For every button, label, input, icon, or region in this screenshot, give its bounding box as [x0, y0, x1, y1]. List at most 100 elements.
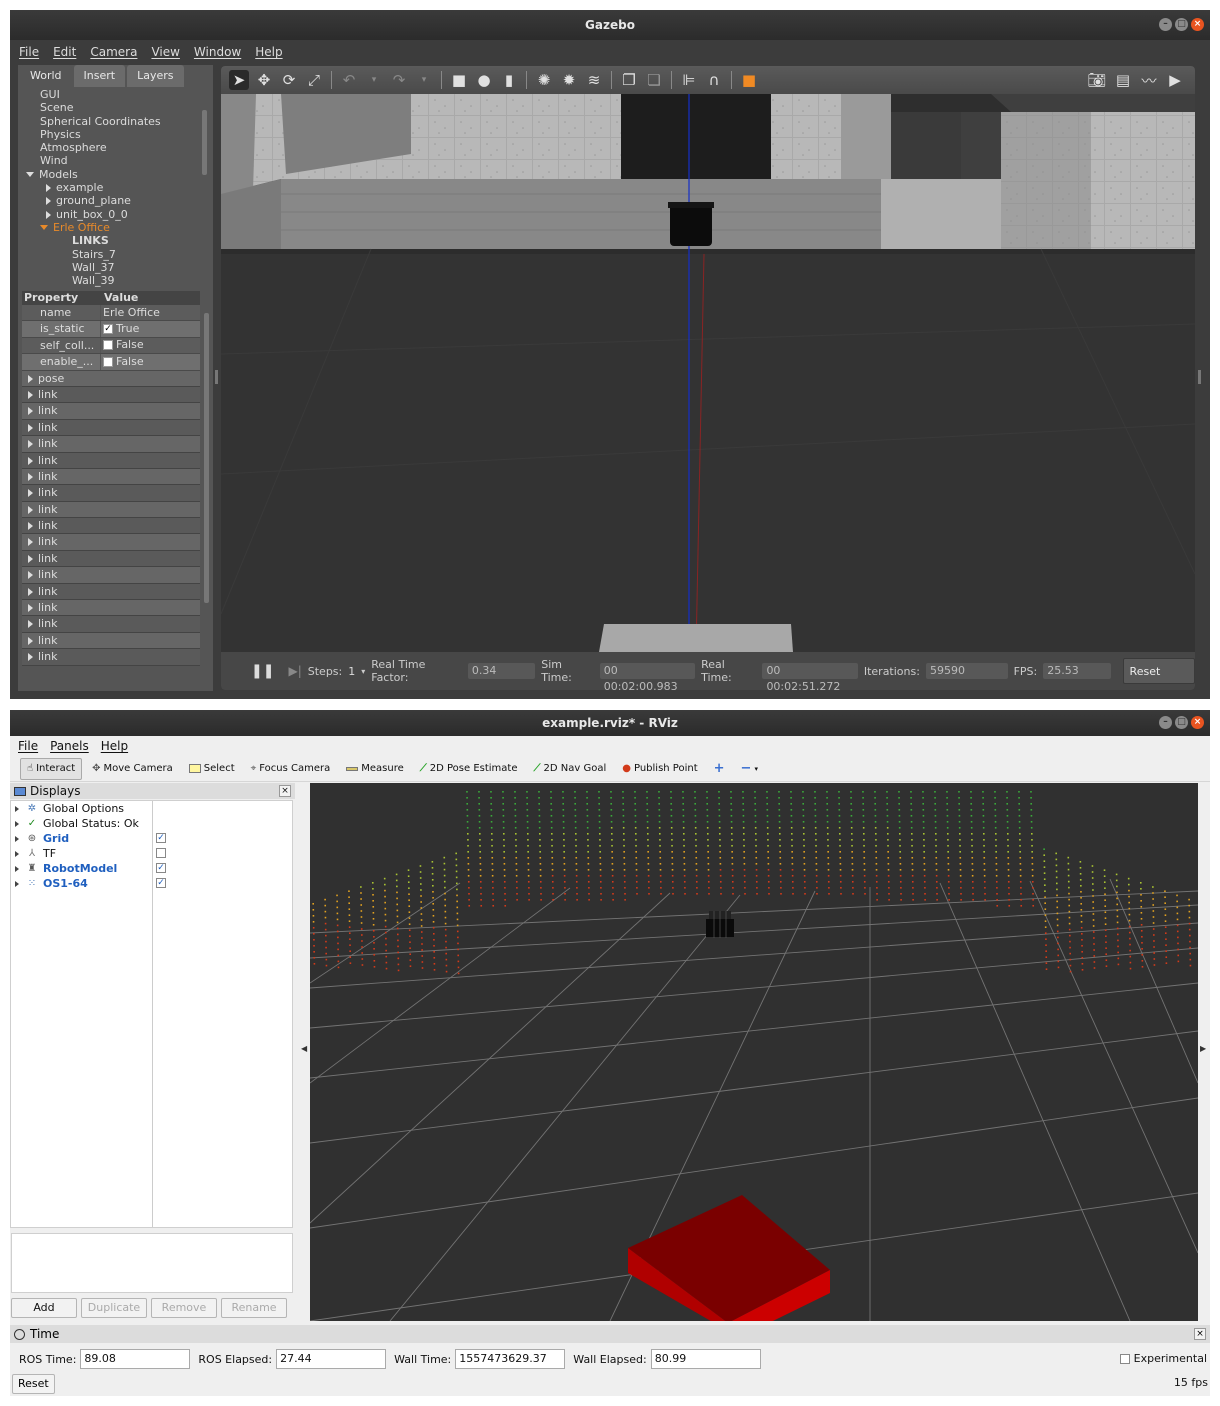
tree-item-model[interactable]: example: [22, 181, 208, 194]
remove-button[interactable]: Remove: [151, 1298, 217, 1318]
property-group[interactable]: link: [22, 386, 200, 404]
tree-item-atmosphere[interactable]: Atmosphere: [22, 141, 208, 154]
rviz-scene[interactable]: [310, 783, 1198, 1321]
property-group[interactable]: link: [22, 452, 200, 469]
splitter-handle[interactable]: [1198, 370, 1201, 384]
property-group[interactable]: link: [22, 518, 200, 535]
property-row[interactable]: name Erle Office: [22, 305, 200, 322]
close-button[interactable]: ×: [1191, 716, 1204, 729]
step-icon[interactable]: ▶|: [288, 664, 301, 678]
tab-world[interactable]: World: [20, 65, 72, 87]
property-group[interactable]: link: [22, 403, 200, 420]
translate-mode-icon[interactable]: ✥: [254, 70, 274, 90]
property-group[interactable]: link: [22, 468, 200, 486]
tab-layers[interactable]: Layers: [127, 65, 184, 87]
os1-checkbox[interactable]: ✓: [156, 878, 166, 888]
duplicate-button[interactable]: Duplicate: [81, 1298, 147, 1318]
select-tool[interactable]: Select: [183, 758, 241, 780]
display-row-os1[interactable]: ⁙ OS1-64 ✓: [11, 876, 292, 891]
directional-light-icon[interactable]: ≋: [584, 70, 604, 90]
video-record-icon[interactable]: ▶: [1165, 70, 1185, 90]
steps-value[interactable]: 1: [348, 665, 355, 678]
menu-view[interactable]: View: [151, 45, 179, 59]
property-row[interactable]: self_coll... False: [22, 337, 200, 355]
property-row[interactable]: is_static ✓ True: [22, 321, 200, 338]
redo-dropdown-icon[interactable]: ▾: [414, 70, 434, 90]
maximize-button[interactable]: □: [1175, 18, 1188, 31]
property-group[interactable]: link: [22, 485, 200, 502]
tree-item-link[interactable]: Stairs_7: [22, 248, 208, 261]
rename-button[interactable]: Rename: [221, 1298, 287, 1318]
plot-icon[interactable]: 〰: [1139, 70, 1159, 90]
tree-item-link[interactable]: Wall_39: [22, 274, 208, 287]
box-icon[interactable]: ■: [449, 70, 469, 90]
sphere-icon[interactable]: ●: [474, 70, 494, 90]
minimize-button[interactable]: –: [1159, 18, 1172, 31]
ros-elapsed-field[interactable]: 27.44: [276, 1349, 387, 1369]
menu-window[interactable]: Window: [194, 45, 241, 59]
checkbox-unchecked[interactable]: [103, 356, 113, 367]
property-group[interactable]: link: [22, 419, 200, 437]
property-group[interactable]: link: [22, 583, 200, 601]
move-camera-tool[interactable]: ✥ Move Camera: [86, 758, 179, 780]
tree-item-selected-model[interactable]: Erle Office: [22, 221, 208, 234]
log-icon[interactable]: ▤: [1113, 70, 1133, 90]
checkbox-checked[interactable]: ✓: [103, 324, 113, 335]
tree-item-model[interactable]: ground_plane: [22, 194, 208, 207]
property-scrollbar[interactable]: [204, 313, 209, 603]
wall-elapsed-field[interactable]: 80.99: [650, 1349, 761, 1369]
grid-checkbox[interactable]: ✓: [156, 833, 166, 843]
minimize-button[interactable]: –: [1159, 716, 1172, 729]
property-group[interactable]: link: [22, 550, 200, 568]
close-panel-button[interactable]: ×: [279, 785, 291, 797]
property-group[interactable]: link: [22, 632, 200, 650]
rviz-3d-view[interactable]: [310, 783, 1198, 1321]
checkbox-unchecked[interactable]: [103, 340, 113, 351]
remove-tool-button[interactable]: − ▾: [735, 758, 764, 780]
redo-icon[interactable]: ↷: [389, 70, 409, 90]
robotmodel-checkbox[interactable]: ✓: [156, 863, 166, 873]
menu-file[interactable]: File: [19, 45, 39, 59]
spot-light-icon[interactable]: ✹: [559, 70, 579, 90]
tree-item-wind[interactable]: Wind: [22, 154, 208, 167]
display-row-robotmodel[interactable]: ♜ RobotModel ✓: [11, 861, 292, 876]
steps-dropdown-icon[interactable]: ▾: [361, 667, 365, 676]
pause-icon[interactable]: ❚❚: [251, 663, 274, 679]
add-button[interactable]: Add: [11, 1298, 77, 1318]
add-tool-button[interactable]: +: [708, 758, 731, 780]
rotate-mode-icon[interactable]: ⟳: [279, 70, 299, 90]
nav-goal-tool[interactable]: ⟋ 2D Nav Goal: [528, 758, 613, 780]
close-time-panel-button[interactable]: ×: [1194, 1328, 1206, 1340]
maximize-button[interactable]: □: [1175, 716, 1188, 729]
property-group[interactable]: link: [22, 600, 200, 617]
menu-file[interactable]: File: [18, 739, 38, 753]
experimental-checkbox[interactable]: [1119, 1353, 1130, 1364]
reset-time-button[interactable]: Reset Time: [1122, 658, 1195, 684]
tree-item-link[interactable]: Wall_37: [22, 261, 208, 274]
reset-button[interactable]: Reset: [12, 1374, 55, 1394]
display-row-tf[interactable]: ⅄ TF: [11, 846, 292, 861]
focus-camera-tool[interactable]: ⌖ Focus Camera: [245, 758, 337, 780]
tree-item-physics[interactable]: Physics: [22, 128, 208, 141]
publish-point-tool[interactable]: ● Publish Point: [616, 758, 703, 780]
cylinder-icon[interactable]: ▮: [499, 70, 519, 90]
snap-icon[interactable]: ∩: [704, 70, 724, 90]
tree-item-models[interactable]: Models: [22, 168, 208, 181]
interact-tool[interactable]: ☝ Interact: [20, 757, 83, 780]
measure-tool[interactable]: Measure: [340, 758, 410, 780]
gazebo-3d-scene[interactable]: [221, 94, 1195, 652]
splitter-handle[interactable]: [215, 370, 218, 384]
menu-edit[interactable]: Edit: [53, 45, 76, 59]
ros-time-field[interactable]: 89.08: [80, 1349, 191, 1369]
property-group[interactable]: link: [22, 534, 200, 551]
point-light-icon[interactable]: ✺: [534, 70, 554, 90]
property-group[interactable]: link: [22, 567, 200, 584]
menu-panels[interactable]: Panels: [50, 739, 89, 753]
property-group[interactable]: link: [22, 436, 200, 453]
undo-icon[interactable]: ↶: [339, 70, 359, 90]
collapse-left-icon[interactable]: ◀: [301, 1044, 307, 1053]
experimental-toggle[interactable]: Experimental: [1119, 1352, 1207, 1365]
display-row-global-status[interactable]: ✓ Global Status: Ok: [11, 816, 292, 831]
close-button[interactable]: ×: [1191, 18, 1204, 31]
tree-item-spherical[interactable]: Spherical Coordinates: [22, 115, 208, 128]
